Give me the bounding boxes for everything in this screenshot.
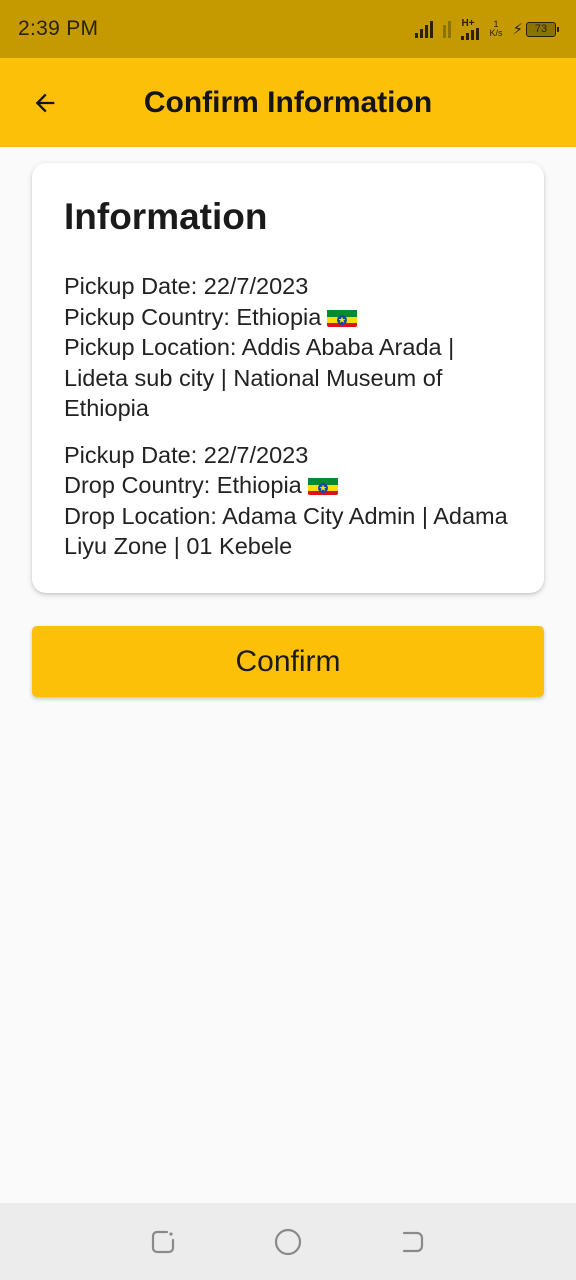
pickup-location: Pickup Location: Addis Ababa Arada | Lid… [64,334,455,421]
signal-hplus-icon: H+ [461,17,480,40]
pickup-country-row: Pickup Country: Ethiopia [64,302,512,333]
app-bar: Confirm Information [0,58,576,147]
confirm-button[interactable]: Confirm [32,626,544,697]
arrow-back-icon [35,93,55,113]
pickup-info: Pickup Date: 22/7/2023 Pickup Country: E… [64,271,512,424]
home-button[interactable] [268,1222,308,1262]
ethiopia-flag-icon [307,475,338,495]
information-card: Information Pickup Date: 22/7/2023 Picku… [32,163,544,593]
drop-date: Pickup Date: 22/7/2023 [64,441,309,468]
back-button[interactable] [20,78,70,128]
battery-indicator: ⚡ 73 [512,20,559,38]
ethiopia-flag-icon [327,307,358,327]
data-transfer-icon [443,20,452,38]
speed-unit: K/s [489,28,503,38]
page-title: Confirm Information [143,86,433,119]
recent-apps-icon [151,1230,174,1253]
charging-icon: ⚡ [512,20,523,38]
system-nav-bar [0,1203,576,1280]
home-icon [274,1228,302,1255]
nav-back-button[interactable] [393,1222,433,1262]
back-icon [403,1231,424,1252]
recent-apps-button[interactable] [143,1222,183,1262]
network-type: H+ [461,17,475,29]
drop-country: Drop Country: Ethiopia [64,472,302,498]
battery-level: 73 [534,23,548,35]
drop-country-row: Drop Country: Ethiopia [64,470,512,501]
drop-location: Drop Location: Adama City Admin | Adama … [64,502,508,560]
status-icons: H+ 1 K/s ⚡ 73 [415,17,559,41]
card-title: Information [64,196,268,237]
status-time: 2:39 PM [18,17,99,40]
drop-info: Pickup Date: 22/7/2023 Drop Country: Eth… [64,440,512,562]
pickup-date: Pickup Date: 22/7/2023 [64,273,309,299]
network-speed: 1 K/s [489,20,502,38]
pickup-country: Pickup Country: Ethiopia [64,303,322,330]
status-bar: 2:39 PM H+ 1 K/s ⚡ 73 [0,0,576,58]
battery-icon: 73 [526,21,559,37]
signal-icon [415,20,434,38]
